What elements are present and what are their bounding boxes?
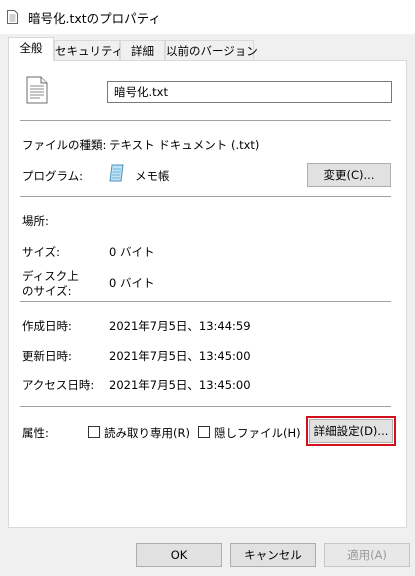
change-program-button[interactable]: 変更(C)... xyxy=(307,163,391,187)
text-document-icon xyxy=(7,10,18,24)
readonly-label[interactable]: 読み取り専用(R) xyxy=(104,425,190,441)
created-label: 作成日時: xyxy=(22,319,72,333)
apply-button[interactable]: 適用(A) xyxy=(324,543,410,567)
tab-general[interactable]: 全般 xyxy=(8,37,54,61)
attributes-label: 属性: xyxy=(22,426,49,440)
divider xyxy=(20,196,391,197)
created-value: 2021年7月5日、13:44:59 xyxy=(109,319,251,333)
hidden-checkbox[interactable] xyxy=(198,426,210,438)
accessed-value: 2021年7月5日、13:45:00 xyxy=(109,378,251,392)
highlight-box xyxy=(306,416,396,446)
ok-button[interactable]: OK xyxy=(136,543,222,567)
size-value: 0 バイト xyxy=(109,245,155,259)
text-document-icon xyxy=(26,76,48,104)
tab-security[interactable]: セキュリティ xyxy=(54,40,123,61)
modified-label: 更新日時: xyxy=(22,349,72,363)
modified-value: 2021年7月5日、13:45:00 xyxy=(109,349,251,363)
notepad-icon xyxy=(109,164,124,182)
disk-size-label-line1: ディスク上 xyxy=(22,269,79,283)
file-type-value: テキスト ドキュメント (.txt) xyxy=(109,138,260,152)
tab-previous-versions[interactable]: 以前のバージョン xyxy=(165,40,258,61)
disk-size-label-line2: のサイズ: xyxy=(22,284,72,298)
file-type-label: ファイルの種類: xyxy=(22,138,107,152)
divider xyxy=(20,301,391,302)
tab-details[interactable]: 詳細 xyxy=(120,40,165,61)
readonly-checkbox[interactable] xyxy=(88,426,100,438)
filename-field[interactable]: 暗号化.txt xyxy=(107,81,392,103)
size-label: サイズ: xyxy=(22,245,61,259)
location-label: 場所: xyxy=(22,214,49,228)
divider xyxy=(20,406,391,407)
program-label: プログラム: xyxy=(22,169,84,183)
divider xyxy=(20,120,391,121)
cancel-button[interactable]: キャンセル xyxy=(230,543,316,567)
window-title: 暗号化.txtのプロパティ xyxy=(28,11,161,26)
program-value: メモ帳 xyxy=(135,169,170,183)
accessed-label: アクセス日時: xyxy=(22,378,95,392)
hidden-label[interactable]: 隠しファイル(H) xyxy=(214,425,301,441)
disk-size-value: 0 バイト xyxy=(109,276,155,290)
